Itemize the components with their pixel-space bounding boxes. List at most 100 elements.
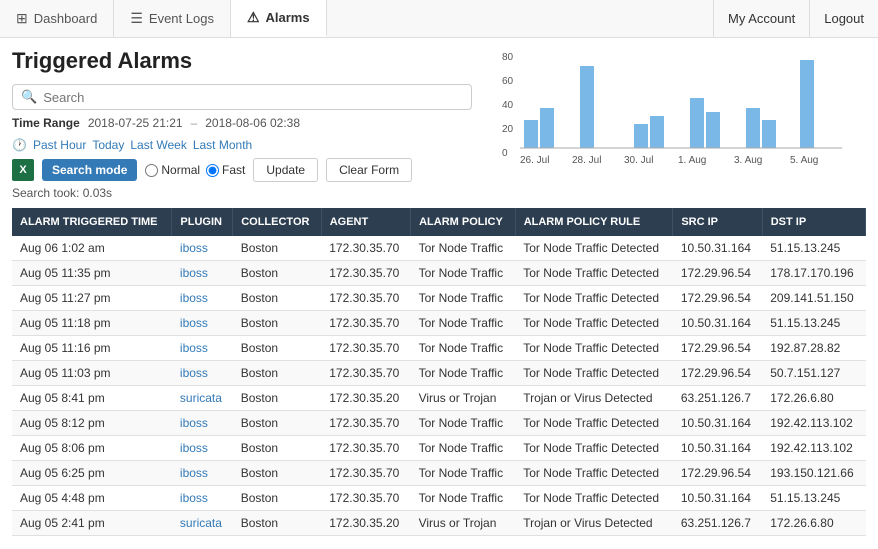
top-area: Triggered Alarms 🔍 Time Range 2018-07-25…: [12, 48, 866, 208]
table-cell: Aug 05 2:41 pm: [12, 511, 172, 536]
table-cell[interactable]: suricata: [172, 386, 233, 411]
table-cell[interactable]: iboss: [172, 411, 233, 436]
table-cell: 192.87.28.82: [762, 336, 865, 361]
table-cell: 51.15.13.245: [762, 236, 865, 261]
table-cell: 51.15.13.245: [762, 486, 865, 511]
table-cell: Tor Node Traffic: [411, 311, 516, 336]
search-input[interactable]: [43, 90, 463, 105]
tab-event-logs[interactable]: ☰ Event Logs: [114, 0, 231, 37]
tab-dashboard[interactable]: ⊞ Dashboard: [0, 0, 114, 37]
table-cell[interactable]: iboss: [172, 286, 233, 311]
table-cell: 172.26.6.80: [762, 386, 865, 411]
table-row: Aug 06 1:02 amibossBoston172.30.35.70Tor…: [12, 236, 866, 261]
table-cell: 10.50.31.164: [673, 236, 762, 261]
time-to[interactable]: 2018-08-06 02:38: [205, 116, 300, 130]
table-cell: 10.50.31.164: [673, 411, 762, 436]
search-bar[interactable]: 🔍: [12, 84, 472, 110]
table-cell: Boston: [233, 286, 322, 311]
table-cell: 63.251.126.7: [673, 511, 762, 536]
table-cell: Aug 05 11:18 pm: [12, 311, 172, 336]
table-row: Aug 05 11:16 pmibossBoston172.30.35.70To…: [12, 336, 866, 361]
radio-fast[interactable]: [206, 164, 219, 177]
table-cell: Aug 05 11:35 pm: [12, 261, 172, 286]
table-cell[interactable]: suricata: [172, 511, 233, 536]
search-mode-button[interactable]: Search mode: [42, 159, 137, 181]
table-row: Aug 05 11:18 pmibossBoston172.30.35.70To…: [12, 311, 866, 336]
table-cell[interactable]: iboss: [172, 461, 233, 486]
left-controls: Triggered Alarms 🔍 Time Range 2018-07-25…: [12, 48, 482, 208]
y-label-80: 80: [502, 52, 514, 63]
table-cell: Tor Node Traffic Detected: [515, 486, 673, 511]
table-cell: Aug 05 8:06 pm: [12, 436, 172, 461]
radio-normal[interactable]: [145, 164, 158, 177]
table-cell: 10.50.31.164: [673, 486, 762, 511]
table-row: Aug 05 8:06 pmibossBoston172.30.35.70Tor…: [12, 436, 866, 461]
bar-9: [762, 120, 776, 148]
my-account-link[interactable]: My Account: [713, 0, 809, 38]
table-cell: 172.30.35.70: [321, 261, 410, 286]
excel-icon[interactable]: X: [12, 159, 34, 181]
table-cell: Boston: [233, 486, 322, 511]
table-cell[interactable]: iboss: [172, 236, 233, 261]
table-cell: Tor Node Traffic: [411, 361, 516, 386]
table-cell[interactable]: iboss: [172, 336, 233, 361]
table-cell: 51.15.13.245: [762, 311, 865, 336]
update-button[interactable]: Update: [253, 158, 318, 182]
quick-links: 🕐 Past Hour Today Last Week Last Month: [12, 138, 252, 152]
table-cell[interactable]: iboss: [172, 436, 233, 461]
radio-fast-label[interactable]: Fast: [206, 163, 245, 177]
table-cell: Boston: [233, 311, 322, 336]
table-cell: 172.29.96.54: [673, 286, 762, 311]
table-cell: Tor Node Traffic Detected: [515, 311, 673, 336]
table-cell: Trojan or Virus Detected: [515, 386, 673, 411]
table-cell: Tor Node Traffic: [411, 236, 516, 261]
tab-alarms[interactable]: ⚠ Alarms: [231, 0, 327, 37]
col-header-collector: COLLECTOR: [233, 208, 322, 236]
table-cell: 172.30.35.70: [321, 361, 410, 386]
table-header-row: ALARM TRIGGERED TIME PLUGIN COLLECTOR AG…: [12, 208, 866, 236]
table-cell: Aug 06 1:02 am: [12, 236, 172, 261]
quick-link-past-hour[interactable]: Past Hour: [33, 138, 86, 152]
col-header-alarm-policy-rule: ALARM POLICY RULE: [515, 208, 673, 236]
clear-form-button[interactable]: Clear Form: [326, 158, 412, 182]
table-cell: Tor Node Traffic Detected: [515, 411, 673, 436]
y-label-60: 60: [502, 76, 514, 87]
time-from[interactable]: 2018-07-25 21:21: [88, 116, 183, 130]
table-cell: Tor Node Traffic Detected: [515, 436, 673, 461]
table-cell: 63.251.126.7: [673, 386, 762, 411]
logout-link[interactable]: Logout: [809, 0, 878, 38]
quick-link-last-week[interactable]: Last Week: [130, 138, 186, 152]
table-cell: 172.30.35.20: [321, 511, 410, 536]
table-row: Aug 05 8:12 pmibossBoston172.30.35.70Tor…: [12, 411, 866, 436]
table-cell[interactable]: iboss: [172, 261, 233, 286]
table-cell: 172.30.35.70: [321, 311, 410, 336]
radio-normal-label[interactable]: Normal: [145, 163, 200, 177]
table-row: Aug 05 8:41 pmsuricataBoston172.30.35.20…: [12, 386, 866, 411]
bar-7: [706, 112, 720, 148]
table-row: Aug 05 11:03 pmibossBoston172.30.35.70To…: [12, 361, 866, 386]
table-cell: 10.50.31.164: [673, 311, 762, 336]
table-cell[interactable]: iboss: [172, 311, 233, 336]
bar-2: [540, 108, 554, 148]
table-cell: 172.30.35.70: [321, 461, 410, 486]
table-cell: Tor Node Traffic Detected: [515, 336, 673, 361]
col-header-plugin: PLUGIN: [172, 208, 233, 236]
table-cell: Aug 05 4:48 pm: [12, 486, 172, 511]
table-cell: 172.30.35.70: [321, 486, 410, 511]
time-range-label: Time Range: [12, 116, 80, 130]
table-row: Aug 05 2:41 pmsuricataBoston172.30.35.20…: [12, 511, 866, 536]
quick-link-last-month[interactable]: Last Month: [193, 138, 252, 152]
col-header-alarm-policy: ALARM POLICY: [411, 208, 516, 236]
table-cell: 50.7.151.127: [762, 361, 865, 386]
table-cell[interactable]: iboss: [172, 486, 233, 511]
table-cell: Virus or Trojan: [411, 511, 516, 536]
table-cell: 178.17.170.196: [762, 261, 865, 286]
quick-link-today[interactable]: Today: [92, 138, 124, 152]
table-cell[interactable]: iboss: [172, 361, 233, 386]
table-cell: Boston: [233, 511, 322, 536]
x-label-26jul: 26. Jul: [520, 155, 549, 166]
table-cell: Aug 05 11:03 pm: [12, 361, 172, 386]
table-cell: Virus or Trojan: [411, 386, 516, 411]
top-navigation: ⊞ Dashboard ☰ Event Logs ⚠ Alarms My Acc…: [0, 0, 878, 38]
x-label-28jul: 28. Jul: [572, 155, 601, 166]
